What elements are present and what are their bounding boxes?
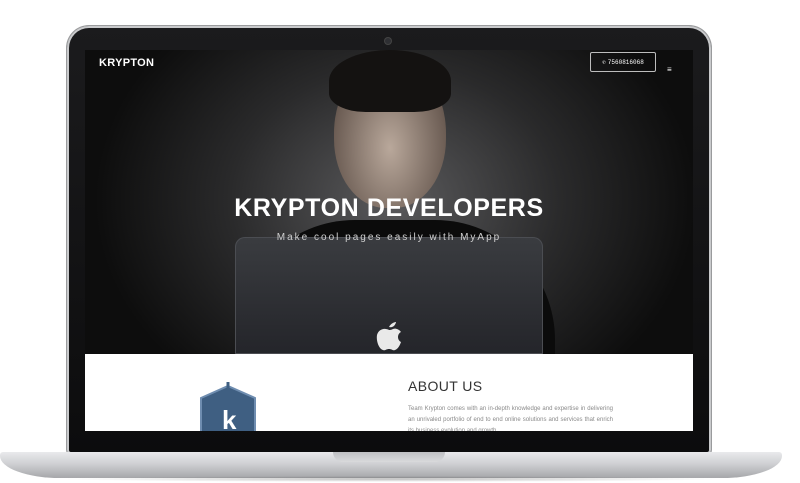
hero-title: KRYPTON DEVELOPERS — [234, 194, 544, 222]
about-section: k ABOUT US Team Krypton comes with an in… — [85, 354, 693, 431]
about-text: Team Krypton comes with an in-depth know… — [408, 406, 613, 431]
hero-subtitle: Make cool pages easily with MyApp — [276, 232, 502, 243]
phone-icon: ✆ — [602, 58, 606, 66]
nav-brand[interactable]: KRYPTON — [99, 57, 154, 69]
phone-button[interactable]: ✆ 7560816068 — [590, 52, 656, 72]
apple-logo-icon — [376, 322, 401, 351]
krypton-k-shield-logo: k — [200, 382, 256, 431]
phone-number: 7560816068 — [607, 58, 644, 66]
webcam — [385, 38, 391, 44]
laptop-shadow — [60, 476, 722, 482]
svg-text:k: k — [222, 405, 237, 431]
hamburger-menu-icon[interactable]: ≡ — [667, 66, 673, 74]
laptop-screen: KRYPTON ✆ 7560816068 ≡ KRYPTON DEVELOPER… — [85, 50, 693, 431]
hero-person-hair — [329, 50, 451, 112]
about-title: ABOUT US — [408, 378, 483, 394]
hero-section: KRYPTON ✆ 7560816068 ≡ KRYPTON DEVELOPER… — [85, 50, 693, 360]
laptop-base-notch — [333, 452, 445, 462]
